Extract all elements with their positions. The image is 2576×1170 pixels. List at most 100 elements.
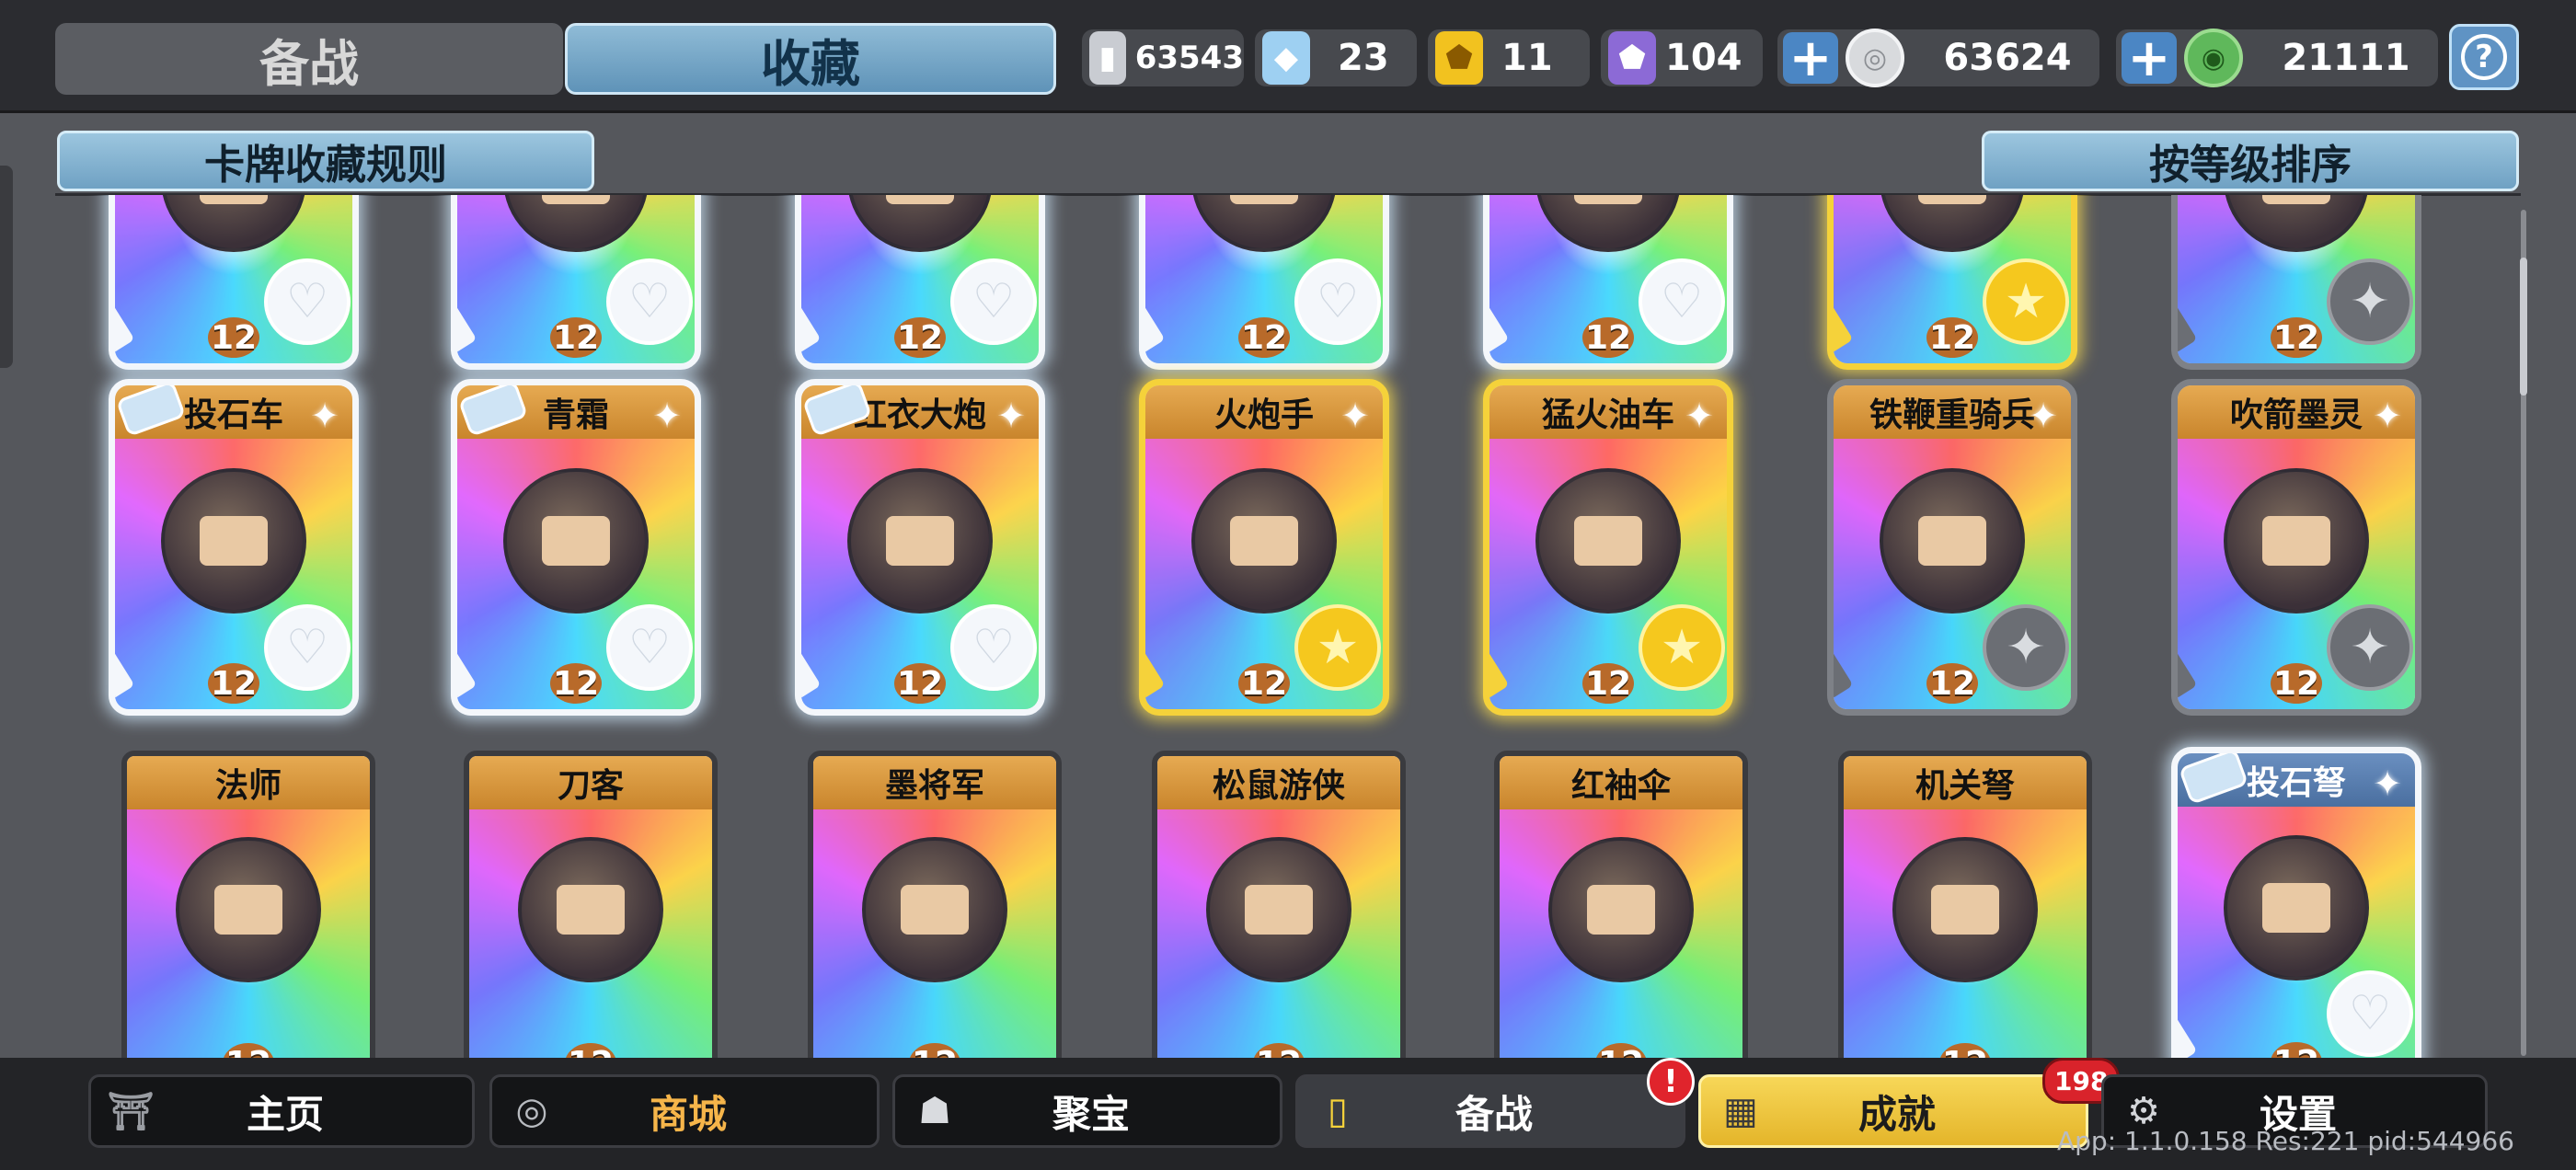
card[interactable]: ✦ 12 — [2171, 195, 2421, 370]
sparkle-icon: ✦ — [652, 396, 682, 436]
card[interactable]: ♡ 12 — [795, 195, 1045, 370]
nav-achievements-label: 成就 — [1857, 1091, 1936, 1137]
nav-treasure[interactable]: ☗ 聚宝 — [892, 1074, 1282, 1148]
card[interactable]: ♡ 12 — [109, 195, 359, 370]
card-name: 松鼠游侠 — [1157, 756, 1400, 809]
pavilion-icon: ⛩ — [107, 1090, 155, 1133]
nav-treasure-label: 聚宝 — [1052, 1091, 1130, 1137]
sparkle-badge-icon: ✦ — [2327, 604, 2413, 691]
card[interactable]: ♡ 12 — [1139, 195, 1389, 370]
sort-by-level-button[interactable]: 按等级排序 — [1982, 131, 2519, 191]
card-count-value: 63543 — [1134, 40, 1244, 76]
nav-prep[interactable]: ▯ 备战 — [1295, 1074, 1685, 1148]
tab-collection[interactable]: 收藏 — [565, 23, 1056, 95]
rarity-badge-icon: ♡ — [606, 604, 693, 691]
card-stone-crossbow[interactable]: 投石弩 ✦ ♡ 12 — [2171, 747, 2421, 1058]
card[interactable]: ♡ 12 — [1483, 195, 1733, 370]
nav-home[interactable]: ⛩ 主页 — [88, 1074, 475, 1148]
rarity-badge-icon: ♡ — [950, 258, 1037, 345]
version-info: App: 1.1.0.158 Res:221 pid:544966 — [2057, 1126, 2514, 1156]
card[interactable]: ♡ 12 — [451, 195, 701, 370]
card-level: 12 — [550, 317, 602, 358]
card-swordsman[interactable]: 刀客 12 — [464, 751, 718, 1058]
card-gunner[interactable]: 火炮手 ✦ ★ 12 — [1139, 379, 1389, 716]
card-blowdart-ink-spirit[interactable]: 吹箭墨灵 ✦ ✦ 12 — [2171, 379, 2421, 716]
card-name: 机关弩 — [1844, 756, 2087, 809]
jade-coin-icon: ◉ — [2184, 29, 2243, 87]
unit-portrait — [1892, 837, 2038, 983]
card-ink-general[interactable]: 墨将军 12 — [808, 751, 1062, 1058]
unit-portrait — [161, 467, 306, 614]
rarity-badge-icon: ♡ — [1294, 258, 1381, 345]
unit-portrait — [1191, 467, 1337, 614]
question-icon: ? — [2461, 34, 2507, 80]
add-silver-button[interactable]: + — [1783, 29, 1838, 88]
sparkle-icon: ✦ — [310, 396, 339, 436]
card-level: 12 — [2271, 663, 2322, 704]
tab-prep[interactable]: 备战 — [55, 23, 563, 95]
card[interactable]: ★ 12 — [1827, 195, 2077, 370]
card-catapult[interactable]: 投石车 ✦ ♡ 12 — [109, 379, 359, 716]
sparkle-icon: ✦ — [2373, 763, 2402, 804]
card-red-cannon[interactable]: 红衣大炮 ✦ ♡ 12 — [795, 379, 1045, 716]
crystal-icon: ◆ — [1262, 31, 1310, 85]
sparkle-icon: ✦ — [996, 396, 1026, 436]
card-level: 12 — [1238, 663, 1290, 704]
star-badge-icon: ★ — [1294, 604, 1381, 691]
card-mechanical-crossbow[interactable]: 机关弩 12 — [1838, 751, 2092, 1058]
card-level: 12 — [208, 663, 259, 704]
card-name: 墨将军 — [813, 756, 1056, 809]
card-level: 12 — [909, 1043, 960, 1058]
unit-portrait — [503, 467, 649, 614]
silver-coin-icon: ◎ — [1846, 29, 1904, 87]
card-name: 红袖伞 — [1500, 756, 1742, 809]
unit-portrait — [518, 837, 663, 983]
purple-shield-icon: ⬟ — [1608, 31, 1656, 85]
card-level: 12 — [2271, 317, 2322, 358]
card-iron-whip-cavalry[interactable]: 铁鞭重骑兵 ✦ ✦ 12 — [1827, 379, 2077, 716]
nav-achievements[interactable]: ▦ 成就 — [1698, 1074, 2088, 1148]
sparkle-icon: ✦ — [1340, 396, 1370, 436]
rarity-badge-icon: ♡ — [264, 604, 351, 691]
nav-shop[interactable]: ◎ 商城 — [489, 1074, 880, 1148]
sparkle-icon: ✦ — [1685, 396, 1714, 436]
card-level: 12 — [1926, 317, 1978, 358]
resource-silver-coin: + ◎ 63624 — [1777, 29, 2099, 88]
rarity-badge-icon: ♡ — [1639, 258, 1725, 345]
unit-portrait — [176, 837, 321, 983]
treasure-bowl-icon: ☗ — [918, 1090, 951, 1132]
unit-portrait — [1535, 467, 1681, 614]
scrollbar-thumb[interactable] — [2520, 258, 2527, 396]
card-squirrel-ranger[interactable]: 松鼠游侠 12 — [1152, 751, 1406, 1058]
help-button[interactable]: ? — [2449, 24, 2519, 90]
card-level: 12 — [550, 663, 602, 704]
crystal-value: 23 — [1338, 37, 1389, 79]
rarity-badge-icon: ♡ — [606, 258, 693, 345]
unit-portrait — [2224, 835, 2369, 981]
card-red-sleeve-umbrella[interactable]: 红袖伞 12 — [1494, 751, 1748, 1058]
card-mage[interactable]: 法师 12 — [121, 751, 375, 1058]
nav-prep-label: 备战 — [1455, 1091, 1533, 1137]
card-fire-oil-cart[interactable]: 猛火油车 ✦ ★ 12 — [1483, 379, 1733, 716]
nav-home-label: 主页 — [246, 1091, 324, 1137]
top-bar: 备战 收藏 ▮ 63543 ◆ 23 ⬟ 11 ⬟ 104 + ◎ 63624 … — [0, 0, 2576, 113]
resource-gold-badge: ⬟ 11 — [1428, 29, 1590, 86]
unit-portrait — [1548, 837, 1694, 983]
card-collection-rules-button[interactable]: 卡牌收藏规则 — [57, 131, 594, 191]
card-qingshuang[interactable]: 青霜 ✦ ♡ 12 — [451, 379, 701, 716]
gold-shield-icon: ⬟ — [1435, 31, 1483, 85]
resource-purple-badge: ⬟ 104 — [1601, 29, 1763, 86]
card-level: 12 — [223, 1043, 274, 1058]
card-level: 12 — [565, 1043, 616, 1058]
silver-coin-value: 63624 — [1943, 37, 2072, 79]
sparkle-badge-icon: ✦ — [2327, 258, 2413, 345]
resource-card-count: ▮ 63543 — [1082, 29, 1244, 86]
unit-portrait — [862, 837, 1007, 983]
add-jade-button[interactable]: + — [2122, 29, 2177, 88]
card-level: 12 — [894, 663, 946, 704]
gold-badge-value: 11 — [1501, 37, 1553, 79]
card-name: 法师 — [127, 756, 370, 809]
card-level: 12 — [1939, 1043, 1991, 1058]
unit-portrait — [847, 467, 993, 614]
card-deck-icon: ▯ — [1327, 1090, 1348, 1132]
